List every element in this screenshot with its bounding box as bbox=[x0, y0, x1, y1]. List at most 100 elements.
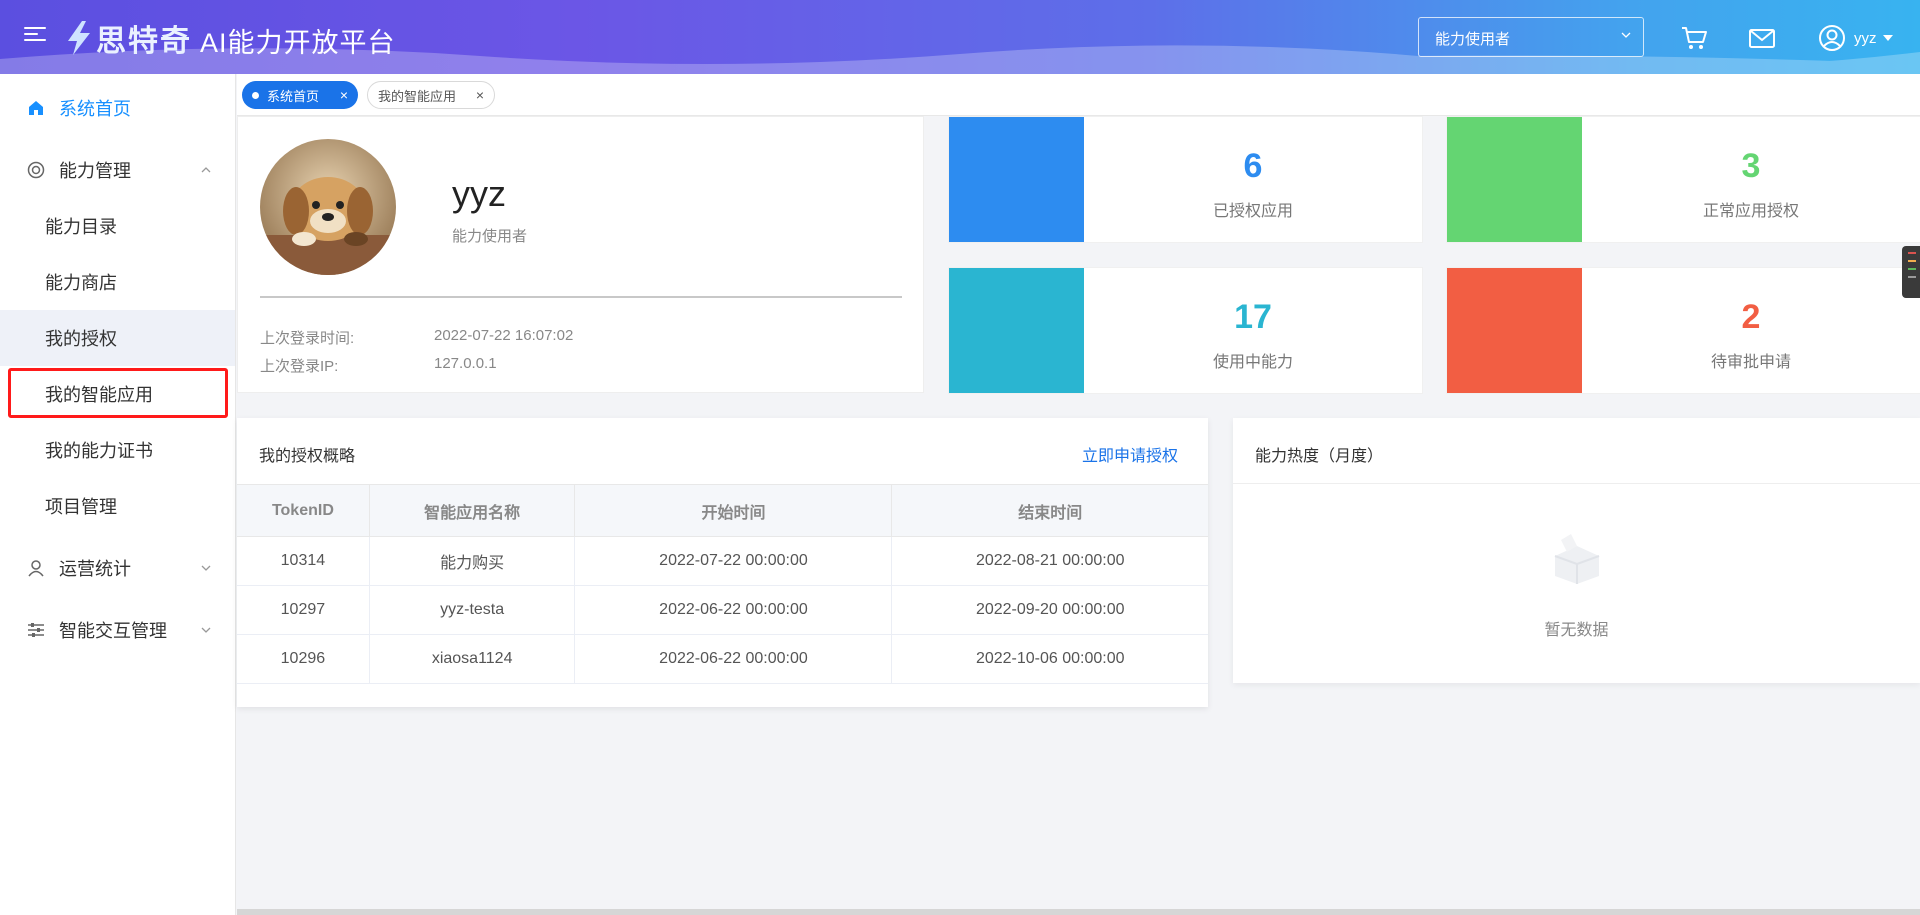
sidebar-item-my-authorization[interactable]: 我的授权 bbox=[0, 310, 235, 366]
tab-home[interactable]: 系统首页 × bbox=[242, 81, 358, 109]
last-login-ip-label: 上次登录IP: bbox=[260, 358, 339, 375]
cart-icon[interactable] bbox=[1680, 24, 1708, 52]
stat-color-block bbox=[1447, 117, 1582, 242]
side-tool-widget[interactable] bbox=[1902, 246, 1920, 298]
chevron-down-icon bbox=[1621, 32, 1631, 38]
sidebar-item-my-certificates[interactable]: 我的能力证书 bbox=[0, 422, 235, 478]
role-select[interactable]: 能力使用者 bbox=[1418, 17, 1644, 57]
stat-value: 6 bbox=[1243, 147, 1263, 185]
sidebar-item-home[interactable]: 系统首页 bbox=[0, 80, 235, 136]
table-cell: 2022-06-22 00:00:00 bbox=[574, 585, 893, 635]
stat-value: 3 bbox=[1741, 147, 1761, 185]
card-header: 能力热度（月度） bbox=[1233, 418, 1920, 484]
column-header: 开始时间 bbox=[574, 484, 893, 537]
username: yyz bbox=[1854, 29, 1877, 47]
menu-toggle-icon[interactable] bbox=[24, 27, 46, 47]
table-row[interactable]: 10314 能力购买 2022-07-22 00:00:00 2022-08-2… bbox=[237, 536, 1208, 586]
stat-card-authorized-apps[interactable]: 6 已授权应用 bbox=[948, 116, 1423, 243]
column-header: 智能应用名称 bbox=[368, 484, 576, 537]
user-menu[interactable]: yyz bbox=[1818, 24, 1893, 52]
horizontal-scrollbar[interactable] bbox=[237, 909, 1920, 915]
last-login-time-value: 2022-07-22 16:07:02 bbox=[434, 327, 574, 344]
active-dot-icon bbox=[252, 91, 259, 99]
divider bbox=[260, 296, 902, 298]
table-cell: 2022-07-22 00:00:00 bbox=[574, 536, 893, 586]
sidebar-item-label: 我的授权 bbox=[45, 329, 117, 349]
empty-text: 暂无数据 bbox=[1544, 622, 1609, 639]
column-header: 结束时间 bbox=[891, 484, 1208, 537]
table-cell: 10314 bbox=[237, 536, 370, 586]
table-cell: 能力购买 bbox=[368, 536, 576, 586]
tab-my-smart-apps[interactable]: 我的智能应用 × bbox=[367, 81, 495, 109]
sidebar: 系统首页 能力管理 能力目录 能力商店 我的授权 我的智能应用 我的能力证书 项… bbox=[0, 74, 236, 915]
sidebar-item-label: 能力管理 bbox=[59, 161, 131, 181]
brand-logo: 思特奇 bbox=[64, 16, 192, 60]
stat-label: 正常应用授权 bbox=[1702, 203, 1799, 220]
apply-authorization-link[interactable]: 立即申请授权 bbox=[1082, 442, 1178, 466]
stat-color-block bbox=[1447, 268, 1582, 393]
stat-value: 17 bbox=[1234, 298, 1272, 336]
chevron-down-icon bbox=[201, 627, 211, 633]
close-icon[interactable]: × bbox=[340, 88, 348, 102]
sidebar-item-capability-mgmt[interactable]: 能力管理 bbox=[0, 142, 235, 198]
card-title: 我的授权概略 bbox=[259, 448, 356, 465]
table-cell: 2022-09-20 00:00:00 bbox=[891, 585, 1208, 635]
close-icon[interactable]: × bbox=[476, 88, 484, 102]
table-cell: 2022-10-06 00:00:00 bbox=[891, 634, 1208, 684]
platform-title: AI能力开放平台 bbox=[200, 28, 396, 58]
role-select-value: 能力使用者 bbox=[1435, 31, 1511, 48]
stat-color-block bbox=[949, 268, 1084, 393]
sidebar-item-label: 能力商店 bbox=[45, 273, 117, 293]
sidebar-item-label: 智能交互管理 bbox=[59, 621, 167, 641]
table-row[interactable]: 10296 xiaosa1124 2022-06-22 00:00:00 202… bbox=[237, 634, 1208, 684]
sidebar-item-label: 运营统计 bbox=[59, 559, 131, 579]
table-header-row: TokenID 智能应用名称 开始时间 结束时间 bbox=[237, 484, 1208, 537]
table-cell: 2022-08-21 00:00:00 bbox=[891, 536, 1208, 586]
sliders-icon bbox=[28, 623, 44, 637]
sidebar-item-capability-store[interactable]: 能力商店 bbox=[0, 254, 235, 310]
sidebar-item-label: 能力目录 bbox=[45, 217, 117, 237]
user-stats-icon bbox=[28, 560, 44, 577]
home-icon bbox=[29, 101, 43, 115]
puppy-avatar-image bbox=[260, 139, 396, 275]
lightning-logo-icon bbox=[68, 21, 90, 55]
column-header: TokenID bbox=[237, 484, 370, 537]
profile-role: 能力使用者 bbox=[452, 228, 528, 245]
stat-card-normal-authorizations[interactable]: 3 正常应用授权 bbox=[1446, 116, 1920, 243]
last-login-ip-value: 127.0.0.1 bbox=[434, 355, 497, 372]
stat-label: 使用中能力 bbox=[1212, 354, 1293, 371]
user-avatar-icon bbox=[1819, 25, 1845, 51]
chevron-down-icon bbox=[201, 565, 211, 571]
lifebuoy-icon bbox=[27, 161, 45, 179]
table-cell: 2022-06-22 00:00:00 bbox=[574, 634, 893, 684]
mail-icon[interactable] bbox=[1748, 24, 1776, 52]
stat-card-active-capabilities[interactable]: 17 使用中能力 bbox=[948, 267, 1423, 394]
sidebar-item-label: 项目管理 bbox=[45, 497, 117, 517]
tab-label: 我的智能应用 bbox=[378, 88, 457, 104]
logo-text: 思特奇 bbox=[96, 25, 192, 58]
table-cell: 10296 bbox=[237, 634, 370, 684]
sidebar-item-my-smart-apps[interactable]: 我的智能应用 bbox=[0, 366, 235, 422]
sidebar-item-label: 我的能力证书 bbox=[45, 441, 153, 461]
table-cell: yyz-testa bbox=[368, 585, 576, 635]
tab-label: 系统首页 bbox=[267, 88, 320, 104]
sidebar-item-project-mgmt[interactable]: 项目管理 bbox=[0, 478, 235, 534]
profile-name: yyz bbox=[452, 173, 506, 214]
sidebar-item-interaction-mgmt[interactable]: 智能交互管理 bbox=[0, 602, 235, 658]
tabs-bar: 系统首页 × 我的智能应用 × bbox=[237, 74, 1920, 116]
top-header: 思特奇 AI能力开放平台 能力使用者 yyz bbox=[0, 0, 1920, 74]
avatar bbox=[260, 139, 396, 275]
sidebar-item-label: 系统首页 bbox=[59, 99, 131, 119]
stat-label: 已授权应用 bbox=[1212, 203, 1293, 220]
caret-down-icon bbox=[1882, 35, 1893, 41]
last-login-time-label: 上次登录时间: bbox=[260, 330, 355, 347]
card-title: 能力热度（月度） bbox=[1255, 448, 1384, 465]
stat-card-pending-approvals[interactable]: 2 待审批申请 bbox=[1446, 267, 1920, 394]
table-row[interactable]: 10297 yyz-testa 2022-06-22 00:00:00 2022… bbox=[237, 585, 1208, 635]
auth-table: TokenID 智能应用名称 开始时间 结束时间 10314 能力购买 2022… bbox=[237, 484, 1208, 684]
stat-label: 待审批申请 bbox=[1710, 354, 1791, 371]
stat-value: 2 bbox=[1741, 298, 1761, 336]
sidebar-item-ops-stats[interactable]: 运营统计 bbox=[0, 540, 235, 596]
table-cell: 10297 bbox=[237, 585, 370, 635]
sidebar-item-capability-catalog[interactable]: 能力目录 bbox=[0, 198, 235, 254]
